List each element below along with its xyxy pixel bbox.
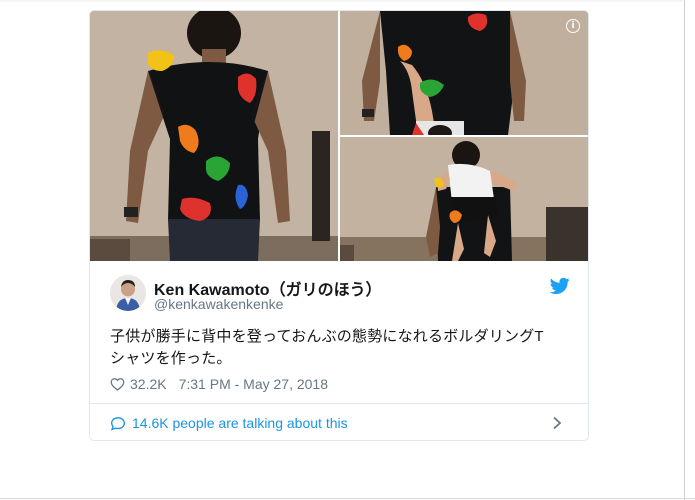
tweet-header: Ken Kawamoto（ガリのほう） @kenkawakenkenke [110,275,570,315]
conversation-link[interactable]: 14.6K people are talking about this [110,412,570,434]
speech-bubble-icon [110,416,126,431]
divider [90,403,588,404]
tweet-meta: 32.2K 7:31 PM - May 27, 2018 [110,374,328,394]
tweet-photo-1[interactable] [90,11,338,261]
user-handle[interactable]: @kenkawakenkenke [154,296,283,312]
info-icon[interactable]: i [566,19,580,33]
tweet-text-line: シャツを作った。 [110,350,232,367]
page-top-bar [0,0,683,2]
window-edge [684,0,695,500]
tweet-photo-2[interactable]: i [340,11,588,135]
tweet-timestamp[interactable]: 7:31 PM - May 27, 2018 [179,376,328,392]
heart-icon[interactable] [110,377,125,391]
avatar[interactable] [110,275,146,311]
twitter-bird-icon[interactable] [550,277,570,295]
bottom-border [0,498,695,499]
conversation-text[interactable]: 14.6K people are talking about this [132,415,348,431]
chevron-right-icon[interactable] [552,416,562,430]
tweet-text: 子供が勝手に背中を登っておんぶの態勢になれるボルダリングT シャツを作った。 [110,326,572,370]
tweet-photo-3[interactable] [340,137,588,261]
tweet-text-line: 子供が勝手に背中を登っておんぶの態勢になれるボルダリングT [110,328,544,345]
like-count[interactable]: 32.2K [130,376,167,392]
embedded-tweet-card[interactable]: i Ken Kawamoto（ガリのほう） @kenkawakenkenke 子… [89,10,589,441]
tweet-media-grid[interactable]: i [90,11,588,261]
